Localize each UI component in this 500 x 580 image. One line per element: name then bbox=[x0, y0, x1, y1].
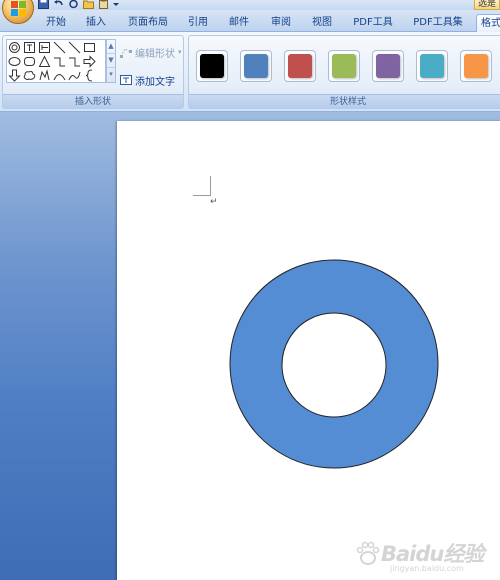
gallery-scroll-down-icon[interactable]: ▼ bbox=[107, 54, 115, 68]
down-arrow-shape-icon[interactable] bbox=[8, 69, 21, 82]
swatch-color bbox=[200, 54, 224, 78]
tab-home[interactable]: 开始 bbox=[40, 14, 72, 32]
tab-format[interactable]: 格式 bbox=[476, 14, 500, 32]
ribbon: ▲ ▼ ▾ 编辑形状 ▾ 添加文字 插入形状 形状样式 bbox=[0, 32, 500, 112]
line-shape-icon[interactable] bbox=[53, 41, 66, 54]
gallery-scrollbar[interactable]: ▲ ▼ ▾ bbox=[106, 39, 116, 83]
gallery-scroll-up-icon[interactable]: ▲ bbox=[107, 40, 115, 54]
document-page[interactable]: ↵ bbox=[117, 121, 500, 580]
swatch-color bbox=[376, 54, 400, 78]
watermark-logo: Baidu经验 jingyan.baidu.com bbox=[355, 536, 500, 580]
tab-view[interactable]: 视图 bbox=[307, 14, 337, 32]
redo-icon[interactable] bbox=[68, 0, 79, 9]
swatch-color bbox=[464, 54, 488, 78]
tab-page-layout[interactable]: 页面布局 bbox=[124, 14, 172, 32]
clipboard-icon[interactable] bbox=[98, 0, 109, 9]
elbow-connector-shape-icon[interactable] bbox=[53, 55, 66, 68]
right-arrow-shape-icon[interactable] bbox=[83, 55, 96, 68]
swatch-color bbox=[244, 54, 268, 78]
undo-icon[interactable] bbox=[53, 0, 64, 9]
shape-style-green-swatch[interactable] bbox=[328, 50, 360, 82]
textbox-shape-icon[interactable] bbox=[23, 41, 36, 54]
office-logo-icon bbox=[11, 1, 26, 16]
ellipse-shape-icon[interactable] bbox=[8, 55, 21, 68]
cloud-callout-shape-icon[interactable] bbox=[23, 69, 36, 82]
customize-dropdown-icon[interactable] bbox=[113, 0, 119, 9]
edit-shape-button[interactable]: 编辑形状 ▾ bbox=[120, 44, 182, 60]
shape-styles-group: 形状样式 bbox=[188, 35, 500, 109]
save-icon[interactable] bbox=[38, 0, 49, 9]
shape-style-purple-swatch[interactable] bbox=[372, 50, 404, 82]
add-text-label: 添加文字 bbox=[135, 76, 175, 88]
quick-access-toolbar bbox=[38, 0, 119, 10]
add-text-button[interactable]: 添加文字 bbox=[120, 72, 175, 88]
tab-review[interactable]: 审阅 bbox=[266, 14, 296, 32]
swatch-color bbox=[332, 54, 356, 78]
shape-style-orange-swatch[interactable] bbox=[460, 50, 492, 82]
watermark-url: jingyan.baidu.com bbox=[390, 564, 464, 573]
swatch-color bbox=[420, 54, 444, 78]
rectangle-shape-icon[interactable] bbox=[83, 41, 96, 54]
insert-shapes-group: ▲ ▼ ▾ 编辑形状 ▾ 添加文字 插入形状 bbox=[2, 35, 184, 109]
shape-style-aqua-swatch[interactable] bbox=[416, 50, 448, 82]
open-folder-icon[interactable] bbox=[83, 0, 94, 9]
brace-shape-icon[interactable] bbox=[83, 69, 96, 82]
shape-style-red-swatch[interactable] bbox=[284, 50, 316, 82]
swatch-color bbox=[288, 54, 312, 78]
triangle-shape-icon[interactable] bbox=[38, 55, 51, 68]
elbow-arrow-connector-shape-icon[interactable] bbox=[68, 55, 81, 68]
vertical-textbox-shape-icon[interactable] bbox=[38, 41, 51, 54]
edit-shape-icon bbox=[120, 48, 132, 58]
shapes-gallery[interactable] bbox=[6, 39, 106, 83]
shape-style-black-swatch[interactable] bbox=[196, 50, 228, 82]
arrow-line-shape-icon[interactable] bbox=[68, 41, 81, 54]
paw-icon bbox=[356, 541, 380, 565]
shape-styles-group-label: 形状样式 bbox=[189, 94, 500, 108]
context-tab-group: 选是 bbox=[474, 0, 500, 10]
paragraph-mark: ↵ bbox=[210, 197, 218, 207]
tab-references[interactable]: 引用 bbox=[183, 14, 213, 32]
arc-shape-icon[interactable] bbox=[68, 69, 81, 82]
add-text-icon bbox=[120, 75, 132, 85]
tab-pdf-toolset[interactable]: PDF工具集 bbox=[408, 14, 468, 32]
ribbon-tabs: 开始 插入 页面布局 引用 邮件 审阅 视图 PDF工具 PDF工具集 格式 bbox=[0, 10, 500, 32]
shape-style-blue-swatch[interactable] bbox=[240, 50, 272, 82]
gallery-more-icon[interactable]: ▾ bbox=[107, 68, 115, 82]
tab-pdf-tools[interactable]: PDF工具 bbox=[349, 14, 397, 32]
tab-insert[interactable]: 插入 bbox=[80, 14, 112, 32]
edit-shape-label: 编辑形状 bbox=[135, 48, 175, 60]
rounded-rectangle-shape-icon[interactable] bbox=[23, 55, 36, 68]
margin-corner-mark bbox=[193, 176, 211, 196]
tab-mailings[interactable]: 邮件 bbox=[224, 14, 254, 32]
edit-shape-dropdown-icon: ▾ bbox=[178, 48, 182, 56]
insert-shapes-group-label: 插入形状 bbox=[3, 94, 183, 108]
freeform-shape-icon[interactable] bbox=[38, 69, 51, 82]
donut-shape[interactable] bbox=[228, 259, 440, 471]
curve-shape-icon[interactable] bbox=[53, 69, 66, 82]
oval-shape-icon[interactable] bbox=[8, 41, 21, 54]
